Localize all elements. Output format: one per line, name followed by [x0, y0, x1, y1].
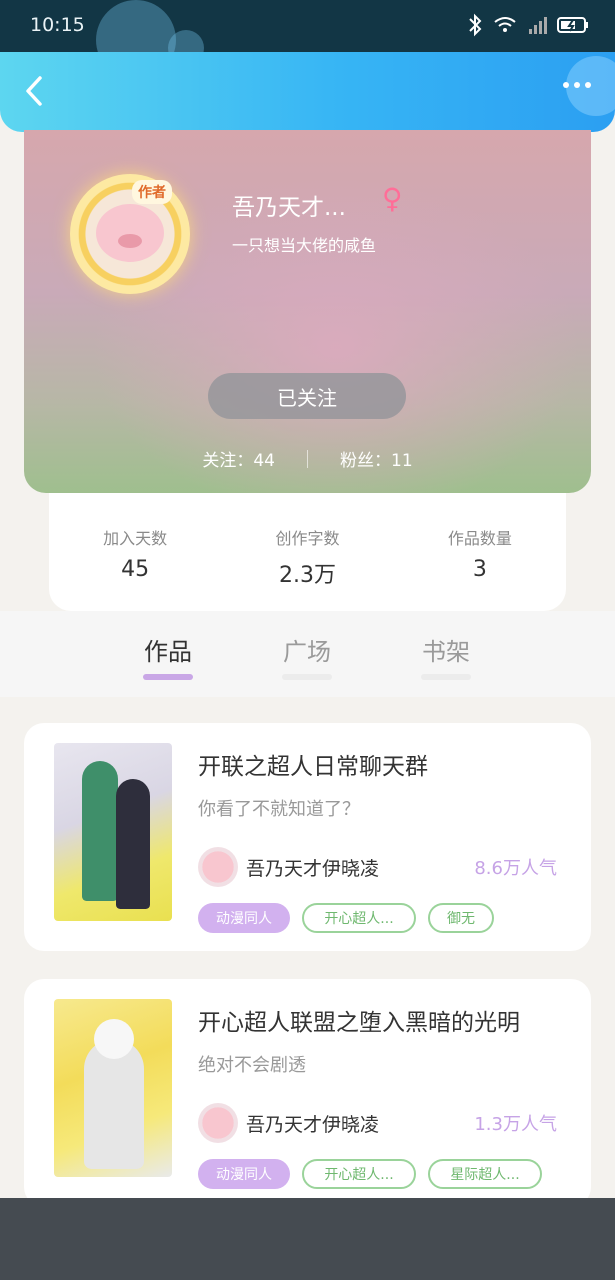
more-dots-icon — [563, 82, 569, 88]
popularity-count: 1.3万人气 — [474, 1114, 557, 1135]
tab-indicator-active — [143, 674, 193, 680]
bluetooth-icon — [469, 13, 482, 37]
popularity-count: 8.6万人气 — [474, 858, 557, 879]
status-bar: 10:15 — [0, 0, 615, 80]
work-description: 绝对不会剧透 — [198, 1055, 306, 1076]
stat-works-count: 作品数量 3 — [447, 529, 512, 582]
tab-works[interactable]: 作品 — [128, 632, 208, 667]
profile-card: 作者 吾乃天才... ♀ 一只想当大佬的咸鱼 已关注 关注：44 粉丝：11 — [24, 130, 591, 493]
following-stat[interactable]: 关注：44 — [202, 446, 275, 471]
user-name: 吾乃天才... — [232, 195, 346, 221]
tag-chip[interactable]: 动漫同人 — [198, 1159, 290, 1189]
female-gender-icon: ♀ — [382, 182, 403, 215]
author-badge: 作者 — [132, 180, 172, 204]
author-name: 吾乃天才伊晓凌 — [246, 1114, 380, 1136]
pig-avatar-icon — [96, 204, 164, 262]
bottom-overlay — [0, 1198, 615, 1280]
tag-list: 动漫同人 开心超人... 星际超人... — [198, 1159, 542, 1189]
work-cover-image[interactable] — [54, 999, 172, 1177]
author-name: 吾乃天才伊晓凌 — [246, 858, 380, 880]
tag-list: 动漫同人 开心超人... 御无 — [198, 903, 494, 933]
stat-word-count: 创作字数 2.3万 — [275, 529, 340, 588]
tag-chip[interactable]: 星际超人... — [428, 1159, 542, 1189]
tag-chip[interactable]: 开心超人... — [302, 1159, 416, 1189]
work-description: 你看了不就知道了？ — [198, 799, 360, 820]
avatar[interactable]: 作者 — [70, 174, 190, 294]
tab-bookshelf[interactable]: 书架 — [406, 632, 486, 667]
battery-icon — [557, 17, 588, 33]
author-avatar — [198, 1103, 238, 1143]
tag-chip[interactable]: 御无 — [428, 903, 494, 933]
author-avatar — [198, 847, 238, 887]
stat-join-days: 加入天数 45 — [103, 529, 168, 582]
tab-square[interactable]: 广场 — [267, 632, 347, 667]
work-card[interactable]: 开心超人联盟之堕入黑暗的光明 绝对不会剧透 吾乃天才伊晓凌 1.3万人气 动漫同… — [24, 979, 591, 1207]
tag-chip[interactable]: 开心超人... — [302, 903, 416, 933]
fans-stat[interactable]: 粉丝：11 — [340, 446, 413, 471]
follow-stats: 关注：44 粉丝：11 — [24, 446, 591, 471]
tab-indicator — [421, 674, 471, 680]
wifi-icon — [494, 17, 516, 32]
signal-icon — [529, 17, 547, 34]
tab-indicator — [282, 674, 332, 680]
divider — [307, 449, 308, 468]
status-time: 10:15 — [30, 14, 85, 36]
stats-panel: 加入天数 45 创作字数 2.3万 作品数量 3 — [49, 493, 566, 611]
more-options-button[interactable] — [563, 82, 591, 88]
follow-button[interactable]: 已关注 — [208, 373, 406, 419]
work-cover-image[interactable] — [54, 743, 172, 921]
work-card[interactable]: 开联之超人日常聊天群 你看了不就知道了？ 吾乃天才伊晓凌 8.6万人气 动漫同人… — [24, 723, 591, 951]
tag-chip[interactable]: 动漫同人 — [198, 903, 290, 933]
back-button[interactable] — [18, 74, 52, 108]
top-header — [0, 52, 615, 132]
user-bio: 一只想当大佬的咸鱼 — [232, 236, 377, 255]
work-title[interactable]: 开心超人联盟之堕入黑暗的光明 — [198, 1003, 520, 1037]
work-title[interactable]: 开联之超人日常聊天群 — [198, 747, 428, 781]
